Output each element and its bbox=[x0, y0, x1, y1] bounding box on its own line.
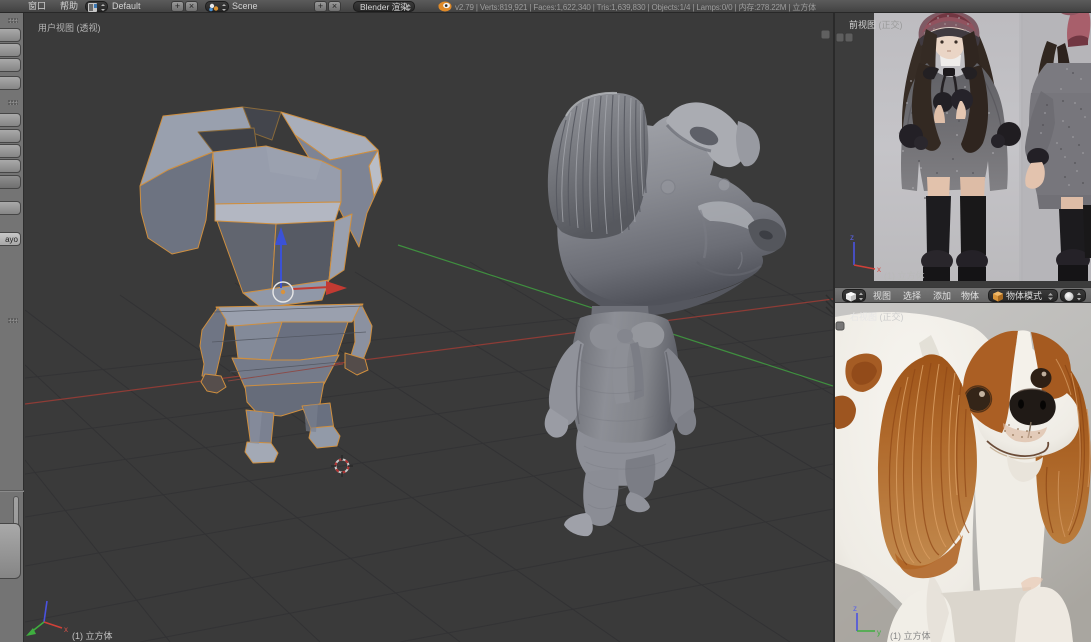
svg-text:x: x bbox=[877, 265, 881, 274]
svg-text:x: x bbox=[64, 625, 68, 634]
svg-text:z: z bbox=[850, 233, 854, 242]
svg-text:y: y bbox=[877, 628, 881, 637]
svg-text:z: z bbox=[853, 604, 857, 613]
